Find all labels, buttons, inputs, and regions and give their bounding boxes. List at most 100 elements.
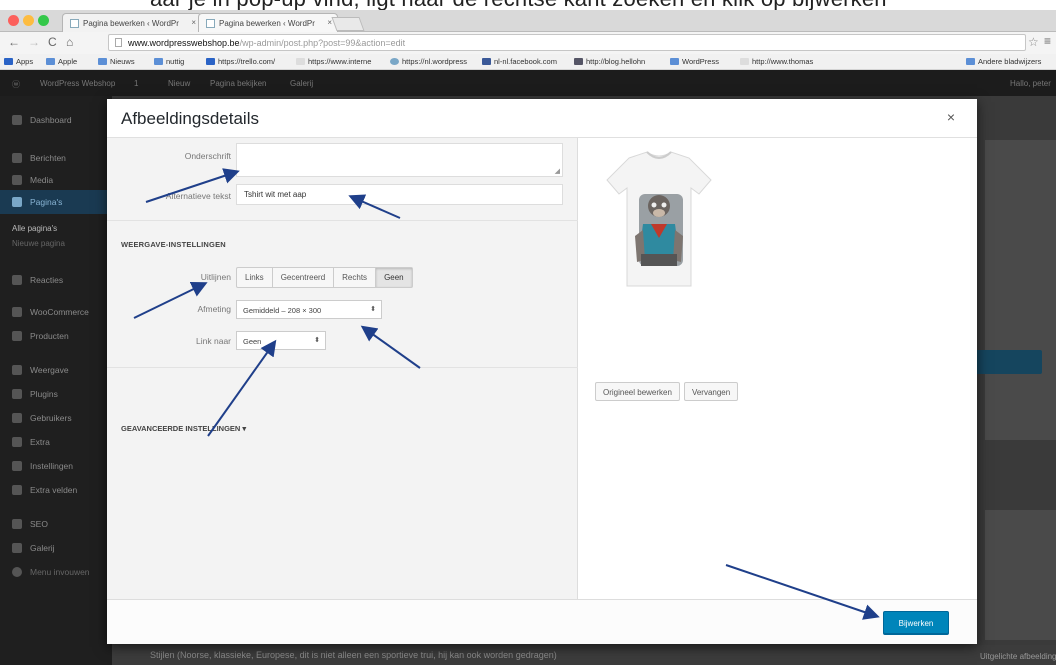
bookmark-folder[interactable]: WordPress bbox=[670, 57, 719, 66]
sidebar-item-products[interactable]: Producten bbox=[0, 324, 112, 348]
wp-admin-sidebar: Dashboard Berichten Media Pagina's Alle … bbox=[0, 96, 112, 665]
bookmark-folder[interactable]: nuttig bbox=[154, 57, 184, 66]
sidebar-item-posts[interactable]: Berichten bbox=[0, 146, 112, 170]
align-center-button[interactable]: Gecentreerd bbox=[273, 268, 335, 287]
url-domain: www.wordpresswebshop.be bbox=[128, 38, 240, 48]
sidebar-sub-all-pages[interactable]: Alle pagina's bbox=[0, 224, 112, 233]
bookmark-folder[interactable]: Apple bbox=[46, 57, 77, 66]
forward-icon[interactable]: → bbox=[28, 35, 40, 49]
sidebar-item-pages[interactable]: Pagina's bbox=[0, 190, 112, 214]
link-to-select[interactable]: Geen ⬍ bbox=[236, 331, 326, 350]
browser-tab[interactable]: Pagina bewerken ‹ WordPr × bbox=[62, 13, 202, 32]
sidebar-sub-new-page[interactable]: Nieuwe pagina bbox=[0, 239, 112, 248]
dropdown-arrow-icon: ⬍ bbox=[314, 337, 320, 344]
minimize-window-icon[interactable] bbox=[23, 15, 34, 26]
gallery-link[interactable]: Galerij bbox=[290, 79, 313, 88]
align-right-button[interactable]: Rechts bbox=[334, 268, 377, 287]
seo-icon bbox=[12, 519, 22, 529]
image-details-modal: Afbeeldingsdetails × Onderschrift ◢ Alte… bbox=[107, 99, 977, 644]
alt-text-input[interactable]: Tshirt wit met aap bbox=[236, 184, 563, 205]
align-left-button[interactable]: Links bbox=[237, 268, 273, 287]
dashboard-icon bbox=[12, 115, 22, 125]
tab-close-icon[interactable]: × bbox=[327, 18, 332, 27]
sidebar-item-dashboard[interactable]: Dashboard bbox=[0, 108, 112, 132]
align-button-group: Links Gecentreerd Rechts Geen bbox=[236, 267, 413, 288]
tshirt-image bbox=[606, 151, 712, 287]
comments-icon bbox=[12, 275, 22, 285]
display-settings-heading: WEERGAVE-INSTELLINGEN bbox=[121, 240, 226, 249]
wrench-icon bbox=[12, 437, 22, 447]
users-icon bbox=[12, 413, 22, 423]
wp-editor-text: Stijlen (Noorse, klassieke, Europese, di… bbox=[150, 650, 557, 660]
advanced-settings-toggle[interactable]: GEAVANCEERDE INSTELLINGEN ▾ bbox=[121, 424, 246, 433]
sidebar-item-gallery[interactable]: Galerij bbox=[0, 536, 112, 560]
tab-close-icon[interactable]: × bbox=[191, 18, 196, 27]
edit-original-button[interactable]: Origineel bewerken bbox=[595, 382, 680, 401]
updates-count[interactable]: 1 bbox=[134, 79, 138, 88]
wp-admin-bar: ⓦ WordPress Webshop 1 Nieuw Pagina bekij… bbox=[0, 70, 1056, 96]
url-input[interactable]: www.wordpresswebshop.be/wp-admin/post.ph… bbox=[108, 34, 1026, 51]
pages-icon bbox=[12, 197, 22, 207]
back-icon[interactable]: ← bbox=[8, 35, 20, 49]
media-icon bbox=[12, 175, 22, 185]
bookmark-link[interactable]: http://blog.hellohn bbox=[574, 57, 645, 66]
dropdown-arrow-icon: ⬍ bbox=[370, 306, 376, 313]
screenshot-caption: aar je in pop-up vind, ligt naar de rech… bbox=[0, 0, 1056, 10]
link-to-label: Link naar bbox=[196, 336, 231, 346]
plugin-icon bbox=[12, 389, 22, 399]
view-page-link[interactable]: Pagina bekijken bbox=[210, 79, 266, 88]
update-button[interactable]: Bijwerken bbox=[883, 611, 949, 635]
close-window-icon[interactable] bbox=[8, 15, 19, 26]
sidebar-item-media[interactable]: Media bbox=[0, 168, 112, 192]
resize-handle-icon[interactable]: ◢ bbox=[555, 167, 560, 175]
modal-footer: Bijwerken bbox=[107, 599, 977, 644]
sidebar-item-woocommerce[interactable]: WooCommerce bbox=[0, 300, 112, 324]
close-icon[interactable]: × bbox=[947, 109, 955, 125]
user-greeting[interactable]: Hallo, peter bbox=[1010, 79, 1051, 88]
bookmark-link[interactable]: nl-nl.facebook.com bbox=[482, 57, 557, 66]
sidebar-item-users[interactable]: Gebruikers bbox=[0, 406, 112, 430]
caption-textarea[interactable]: ◢ bbox=[236, 143, 563, 177]
reload-icon[interactable]: C bbox=[48, 35, 57, 49]
wp-logo-icon[interactable]: ⓦ bbox=[12, 79, 20, 90]
sidebar-item-comments[interactable]: Reacties bbox=[0, 268, 112, 292]
custom-fields-icon bbox=[12, 485, 22, 495]
maximize-window-icon[interactable] bbox=[38, 15, 49, 26]
image-settings-column: Onderschrift ◢ Alternatieve tekst Tshirt… bbox=[107, 138, 578, 599]
align-none-button[interactable]: Geen bbox=[376, 268, 412, 287]
new-tab-button[interactable] bbox=[331, 17, 365, 31]
wp-side-panel bbox=[985, 510, 1056, 640]
alt-text-label: Alternatieve tekst bbox=[165, 191, 231, 201]
sidebar-item-appearance[interactable]: Weergave bbox=[0, 358, 112, 382]
size-select-value: Gemiddeld – 208 × 300 bbox=[243, 306, 322, 315]
sidebar-item-plugins[interactable]: Plugins bbox=[0, 382, 112, 406]
link-to-select-value: Geen bbox=[243, 337, 262, 346]
new-content-link[interactable]: Nieuw bbox=[168, 79, 190, 88]
star-icon[interactable]: ☆ bbox=[1028, 35, 1039, 49]
bookmark-link[interactable]: https://trello.com/ bbox=[206, 57, 275, 66]
sidebar-item-tools[interactable]: Extra bbox=[0, 430, 112, 454]
browser-tab-strip: Pagina bewerken ‹ WordPr × Pagina bewerk… bbox=[0, 10, 1056, 32]
preview-button-row: Origineel bewerken Vervangen bbox=[595, 382, 739, 401]
home-icon[interactable]: ⌂ bbox=[66, 35, 73, 49]
modal-header: Afbeeldingsdetails × bbox=[107, 99, 977, 138]
products-icon bbox=[12, 331, 22, 341]
replace-button[interactable]: Vervangen bbox=[683, 382, 739, 401]
size-select[interactable]: Gemiddeld – 208 × 300 ⬍ bbox=[236, 300, 382, 319]
menu-icon[interactable]: ≡ bbox=[1044, 34, 1051, 48]
bookmark-apps[interactable]: Apps bbox=[4, 57, 33, 66]
browser-tab-active[interactable]: Pagina bewerken ‹ WordPr × bbox=[198, 13, 338, 32]
wp-publish-panel bbox=[985, 140, 1056, 440]
sidebar-item-settings[interactable]: Instellingen bbox=[0, 454, 112, 478]
sidebar-collapse-menu[interactable]: Menu invouwen bbox=[0, 560, 112, 584]
bookmark-link[interactable]: https://www.interne bbox=[296, 57, 371, 66]
bookmark-folder[interactable]: Andere bladwijzers bbox=[966, 57, 1041, 66]
modal-title: Afbeeldingsdetails bbox=[121, 109, 259, 128]
url-path: /wp-admin/post.php?post=99&action=edit bbox=[239, 38, 406, 48]
sidebar-item-seo[interactable]: SEO bbox=[0, 512, 112, 536]
sidebar-item-custom-fields[interactable]: Extra velden bbox=[0, 478, 112, 502]
site-name-link[interactable]: WordPress Webshop bbox=[40, 79, 115, 88]
bookmark-link[interactable]: http://www.thomas bbox=[740, 57, 813, 66]
bookmark-folder[interactable]: Nieuws bbox=[98, 57, 135, 66]
bookmark-link[interactable]: https://nl.wordpress bbox=[390, 57, 467, 66]
